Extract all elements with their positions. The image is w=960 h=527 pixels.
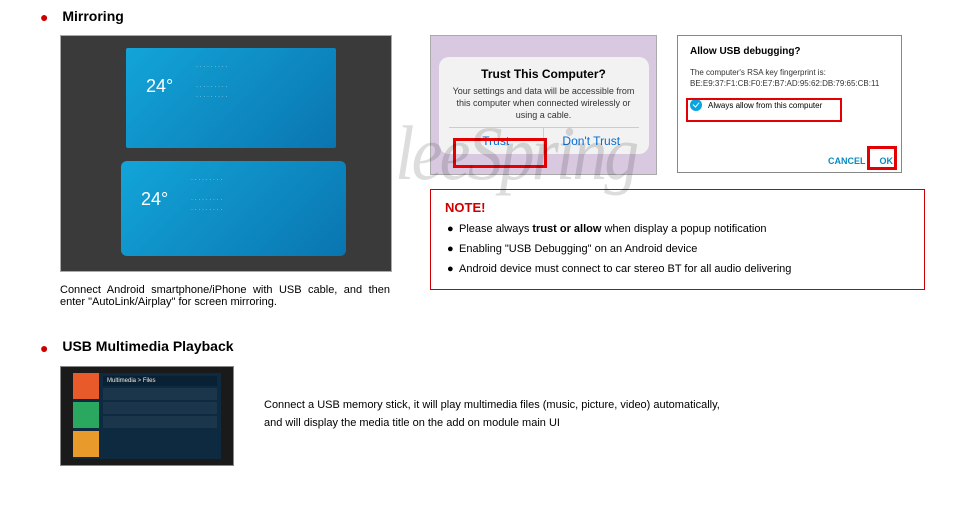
usb-heading: ● USB Multimedia Playback xyxy=(40,338,940,355)
note-item-2: ●Android device must connect to car ster… xyxy=(465,263,910,275)
mirroring-title: Mirroring xyxy=(62,8,123,24)
adb-ok-button: OK xyxy=(880,156,894,166)
adb-body-line1: The computer's RSA key fingerprint is: xyxy=(690,67,889,78)
adb-body-line2: BE:E9:37:F1:CB:F0:E7:B7:AD:95:62:DB:79:6… xyxy=(690,78,889,89)
weather-forecast-bottom: · · · · · · · · · · · · · · · · · ·· · ·… xyxy=(191,175,340,215)
adb-cancel-button: CANCEL xyxy=(828,156,866,166)
phone-display-bottom: 24° · · · · · · · · · · · · · · · · · ··… xyxy=(121,161,346,256)
ios-dont-trust-button: Don't Trust xyxy=(544,128,639,154)
weather-forecast-top: · · · · · · · · · · · · · · · · · ·· · ·… xyxy=(196,62,330,102)
usb-caption-line2: and will display the media title on the … xyxy=(264,414,720,432)
usb-caption: Connect a USB memory stick, it will play… xyxy=(264,366,720,432)
ios-trust-screenshot: Trust This Computer? Your settings and d… xyxy=(430,35,657,175)
sidebar-music-icon xyxy=(73,373,99,399)
usb-file-row xyxy=(103,402,217,414)
bullet-icon: ● xyxy=(40,340,48,356)
checkmark-icon xyxy=(690,99,702,111)
sidebar-video-icon xyxy=(73,431,99,457)
adb-title: Allow USB debugging? xyxy=(690,46,889,57)
adb-checkbox-label: Always allow from this computer xyxy=(708,101,822,110)
usb-breadcrumb: Multimedia > Files xyxy=(103,376,217,386)
mirroring-heading: ● Mirroring xyxy=(40,8,940,25)
sidebar-picture-icon xyxy=(73,402,99,428)
usb-playback-photo: Multimedia > Files xyxy=(60,366,234,466)
bullet-icon: ● xyxy=(40,9,48,25)
car-display-top: 24° · · · · · · · · · · · · · · · · · ··… xyxy=(126,48,336,148)
note-item-1: ●Enabling "USB Debugging" on an Android … xyxy=(465,243,910,255)
usb-caption-line1: Connect a USB memory stick, it will play… xyxy=(264,396,720,414)
note-box: NOTE! ●Please always trust or allow when… xyxy=(430,189,925,290)
note-item-0: ●Please always trust or allow when displ… xyxy=(465,223,910,235)
ios-trust-button: Trust xyxy=(449,128,545,154)
mirroring-caption: Connect Android smartphone/iPhone with U… xyxy=(60,284,390,308)
usb-title: USB Multimedia Playback xyxy=(62,338,233,354)
mirroring-photo: 24° · · · · · · · · · · · · · · · · · ··… xyxy=(60,35,392,272)
ios-dialog-title: Trust This Computer? xyxy=(449,67,639,81)
adb-screenshot: Allow USB debugging? The computer's RSA … xyxy=(677,35,902,173)
usb-file-row xyxy=(103,416,217,428)
usb-file-row xyxy=(103,388,217,400)
weather-temp-top: 24° xyxy=(146,76,173,97)
weather-temp-bottom: 24° xyxy=(141,189,168,210)
ios-dialog-body: Your settings and data will be accessibl… xyxy=(449,85,639,121)
note-title: NOTE! xyxy=(445,200,910,215)
